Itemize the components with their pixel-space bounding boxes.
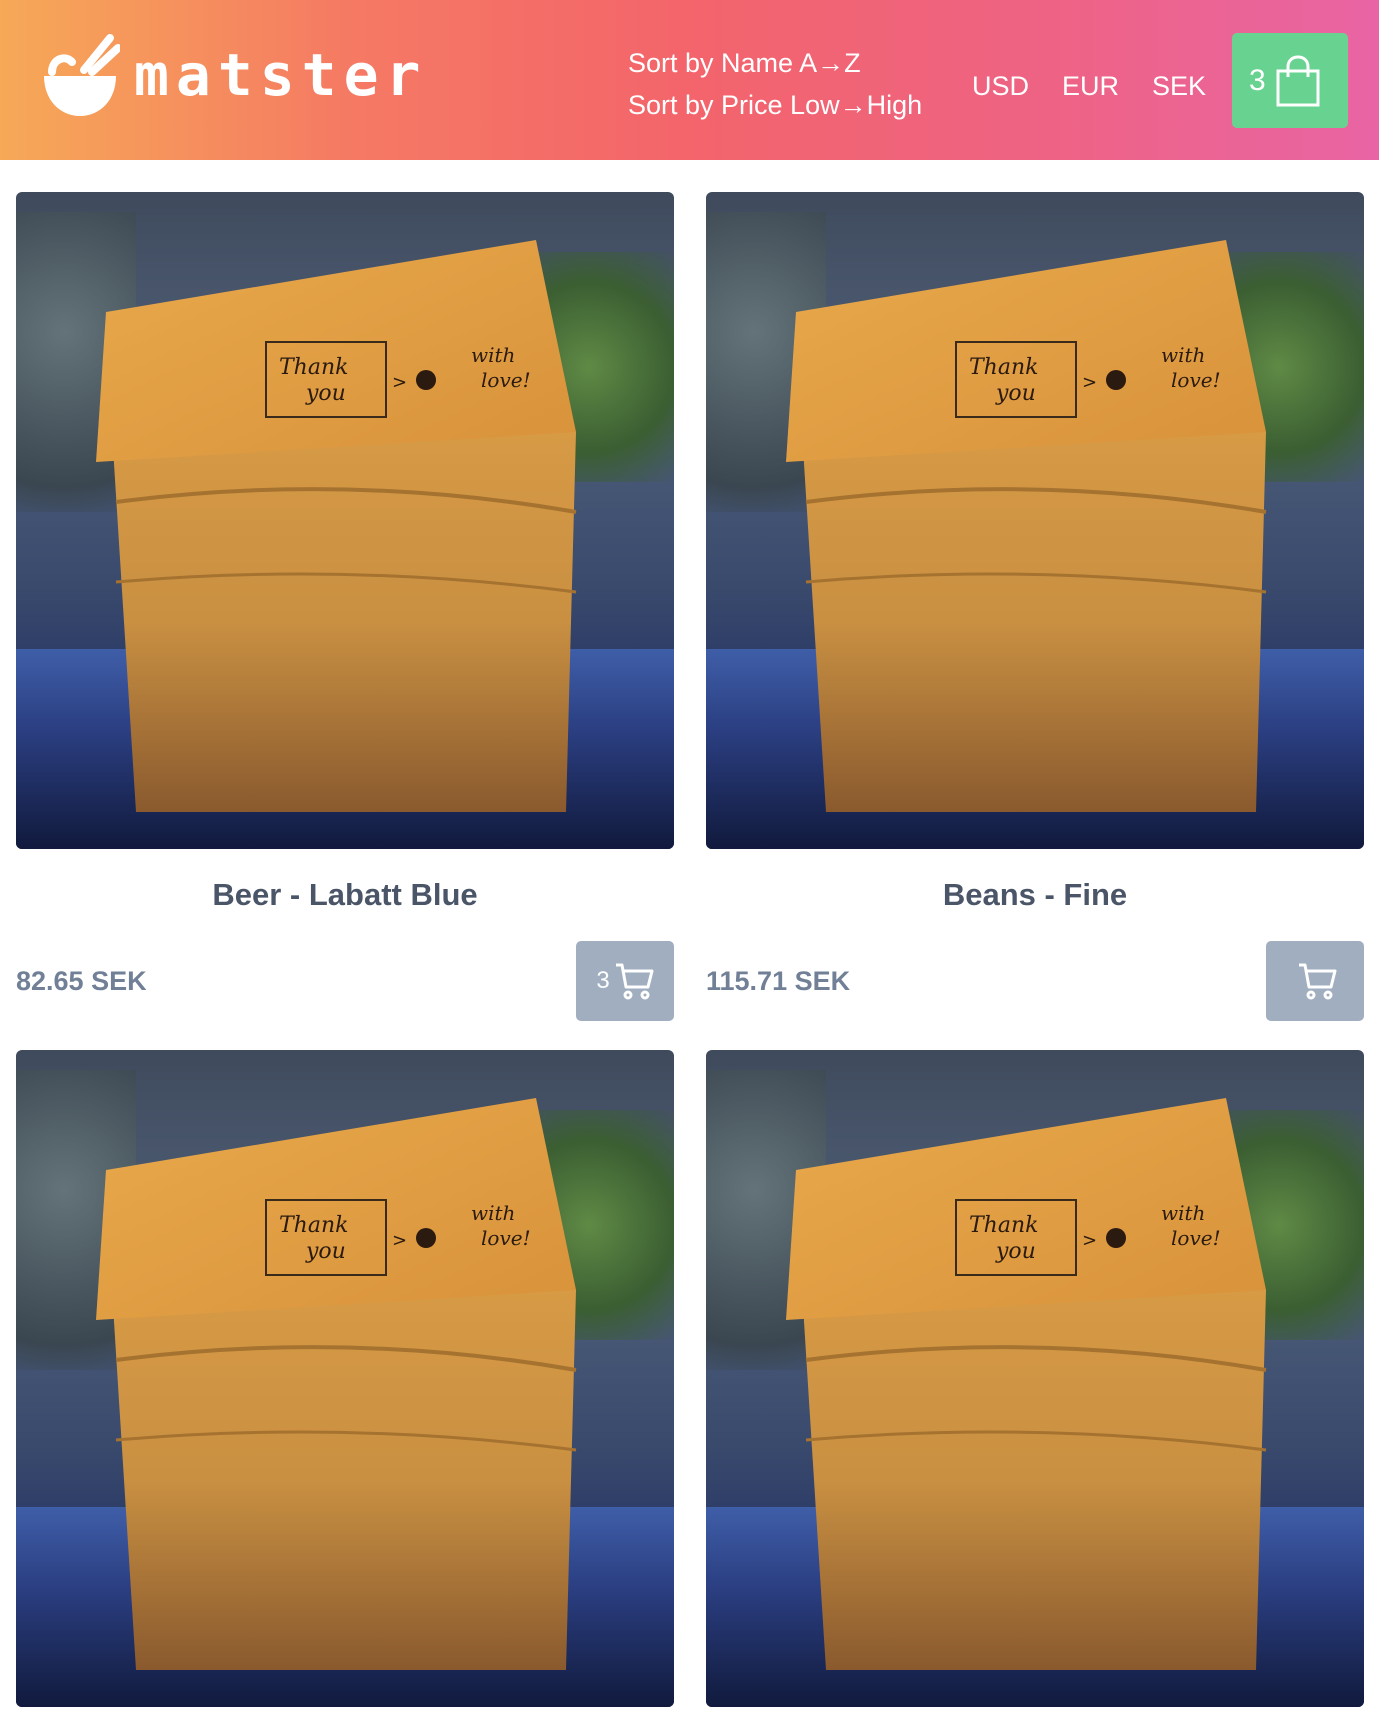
cart-count: 3 [1249,63,1266,97]
product-name[interactable]: Beer - Labatt Blue [16,875,674,915]
svg-text:love!: love! [481,368,531,392]
site-header: matster Sort by Name A→Z Sort by Price L… [0,0,1379,160]
bowl-chopsticks-icon [44,34,120,116]
currency-sek[interactable]: SEK [1152,66,1206,106]
product-price: 82.65 SEK [16,966,147,996]
svg-text:>: > [1082,1230,1097,1251]
cart-icon [1299,963,1337,1000]
sort-by-name-link[interactable]: Sort by Name A→Z [628,42,922,84]
currency-eur[interactable]: EUR [1062,66,1119,106]
svg-text:with: with [1161,343,1205,367]
shopping-bag-icon [1276,54,1320,106]
bag-text: Thank [279,355,348,380]
add-to-cart-button[interactable]: 3 [576,941,674,1021]
svg-text:Thank: Thank [279,1213,348,1238]
paper-bag-illustration: Thank you > with love! [786,1098,1267,1670]
product-image[interactable]: Thank you > with love! [706,1050,1364,1707]
paper-bag-illustration: Thank you > with love! [96,1098,577,1670]
svg-text:you: you [305,1239,346,1264]
currency-selector: USD EUR SEK [972,66,1239,106]
sort-by-price-link[interactable]: Sort by Price Low→High [628,84,922,126]
svg-text:>: > [392,372,407,393]
paper-bag-illustration: Thank you > with love! [96,240,577,812]
svg-text:>: > [1082,372,1097,393]
card-footer: 115.71 SEK [706,941,1364,1021]
product-card: Thank you > with love! Beer - Labatt Blu… [16,192,674,1021]
item-cart-count: 3 [596,967,610,994]
svg-text:with: with [471,343,515,367]
svg-text:with: with [471,1201,515,1225]
product-image[interactable]: Thank you > with love! [706,192,1364,849]
product-price: 115.71 SEK [706,966,851,996]
svg-text:love!: love! [1171,1226,1221,1250]
svg-text:you: you [995,381,1036,406]
currency-usd[interactable]: USD [972,66,1029,106]
cart-button[interactable]: 3 [1232,33,1348,128]
logo[interactable]: matster [40,32,427,118]
svg-text:love!: love! [1171,368,1221,392]
add-to-cart-button[interactable] [1266,941,1364,1021]
svg-text:Thank: Thank [969,355,1038,380]
product-name[interactable]: Beans - Fine [706,875,1364,915]
product-image[interactable]: Thank you > with love! [16,1050,674,1707]
brand-name: matster [134,41,428,109]
sort-links: Sort by Name A→Z Sort by Price Low→High [628,42,922,126]
card-footer: 82.65 SEK 3 [16,941,674,1021]
product-card: Thank you > with love! Beans - Fine 115.… [706,192,1364,1021]
product-card: Thank you > with love! [706,1050,1364,1707]
product-image[interactable]: Thank you > with love! [16,192,674,849]
product-card: Thank you > with love! [16,1050,674,1707]
paper-bag-illustration: Thank you > with love! [786,240,1267,812]
svg-text:Thank: Thank [969,1213,1038,1238]
cart-icon [615,963,654,1000]
svg-text:>: > [392,1230,407,1251]
svg-text:love!: love! [481,1226,531,1250]
svg-text:you: you [305,381,346,406]
svg-text:with: with [1161,1201,1205,1225]
svg-text:you: you [995,1239,1036,1264]
